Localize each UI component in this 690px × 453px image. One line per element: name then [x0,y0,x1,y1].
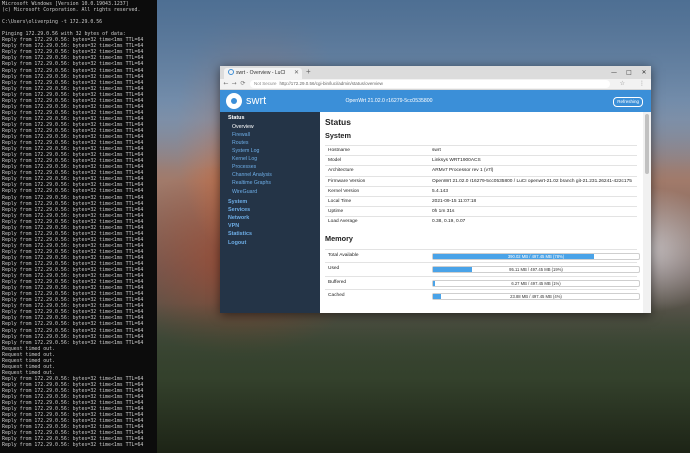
openwrt-logo-icon [226,93,242,109]
progress-text: 390.02 MB / 497.45 MB (78%) [507,254,565,259]
tab-bar: swrt - Overview - LuCI ✕ + — □ ✕ [220,66,651,79]
row-value: 0.38, 0.19, 0.07 [432,219,466,225]
tab-title: swrt - Overview - LuCI [236,70,286,76]
url-input[interactable]: Not Secure http://172.29.0.56/cgi-bin/luc… [250,80,610,88]
window-close-button[interactable]: ✕ [637,66,651,79]
new-tab-button[interactable]: + [306,67,311,76]
address-bar-row: ← → ⟳ Not Secure http://172.29.0.56/cgi-b… [220,79,651,90]
system-heading: System [325,131,351,140]
terminal-output: Microsoft Windows [Version 10.0.19043.12… [2,1,144,449]
sidebar-item-kernel-log[interactable]: Kernel Log [220,155,320,163]
sidebar-category-status[interactable]: Status [220,115,320,123]
bookmark-star-icon[interactable]: ☆ [620,79,625,89]
memory-progress-bar: 95.11 MB / 497.45 MB (19%) [432,266,640,274]
row-label: Cached [328,293,345,299]
firmware-version-label: OpenWrt 21.02.0 r16279-5cc0535800 [345,98,433,104]
memory-row-total-available: Total Available 390.02 MB / 497.45 MB (7… [325,249,640,263]
scrollbar-thumb[interactable] [645,114,649,174]
sidebar-item-channel-analysis[interactable]: Channel Analysis [220,171,320,179]
browser-window[interactable]: swrt - Overview - LuCI ✕ + — □ ✕ ← → ⟳ N… [220,66,651,313]
memory-progress-bar: 390.02 MB / 497.45 MB (78%) [432,253,640,260]
progress-text: 23.88 MB / 497.45 MB (4%) [510,294,562,300]
sidebar-item-vpn[interactable]: VPN [220,222,320,230]
browser-menu-icon[interactable]: ⋮ [639,79,645,89]
tab-close-icon[interactable]: ✕ [294,68,299,79]
sidebar-item-firewall[interactable]: Firewall [220,131,320,139]
forward-button[interactable]: → [230,79,238,89]
progress-text: 95.11 MB / 497.45 MB (19%) [509,267,563,273]
browser-tab[interactable]: swrt - Overview - LuCI ✕ [224,68,302,79]
maximize-button[interactable]: □ [622,66,636,79]
refresh-indicator[interactable]: Refreshing [613,97,643,107]
memory-row-buffered: Buffered 6.27 MB / 497.45 MB (1%) [325,275,640,290]
sidebar-item-realtime-graphs[interactable]: Realtime Graphs [220,179,320,187]
memory-progress-bar: 23.88 MB / 497.45 MB (4%) [432,293,640,301]
back-button[interactable]: ← [222,79,230,89]
sidebar-item-processes[interactable]: Processes [220,163,320,171]
sidebar-item-network[interactable]: Network [220,214,320,222]
sidebar-item-overview[interactable]: Overview [220,123,320,131]
memory-row-cached: Cached 23.88 MB / 497.45 MB (4%) [325,289,640,303]
memory-progress-bar: 6.27 MB / 497.45 MB (1%) [432,279,640,287]
security-indicator[interactable]: Not Secure [254,81,277,86]
sidebar-item-logout[interactable]: Logout [220,239,320,247]
sidebar-item-statistics[interactable]: Statistics [220,230,320,238]
row-label: Load Average [328,219,358,225]
sidebar-item-services[interactable]: Services [220,206,320,214]
sidebar-item-system-log[interactable]: System Log [220,147,320,155]
sidebar-menu: Status Overview Firewall Routes System L… [220,112,320,313]
memory-heading: Memory [325,234,353,243]
minimize-button[interactable]: — [607,66,621,79]
reload-button[interactable]: ⟳ [239,79,247,89]
router-hostname[interactable]: swrt [246,93,266,109]
sidebar-item-system[interactable]: System [220,198,320,206]
system-row-load-average: Load Average 0.38, 0.19, 0.07 [325,216,637,227]
row-label: Used [328,266,340,272]
main-content: Status System Hostname swrt Model Linksys … [320,112,643,313]
sidebar-item-routes[interactable]: Routes [220,139,320,147]
page-scrollbar[interactable] [643,112,651,313]
favicon-icon [228,69,234,75]
luci-header: swrt OpenWrt 21.02.0 r16279-5cc0535800 R… [220,90,651,112]
command-prompt-window[interactable]: Microsoft Windows [Version 10.0.19043.12… [0,0,157,453]
page-title: Status [325,117,351,127]
row-label: Total Available [328,253,359,258]
memory-row-used: Used 95.11 MB / 497.45 MB (19%) [325,262,640,276]
url-text: http://172.29.0.56/cgi-bin/luci/admin/st… [279,81,383,86]
sidebar-item-wireguard[interactable]: WireGuard [220,188,320,196]
progress-text: 6.27 MB / 497.45 MB (1%) [511,280,561,286]
row-label: Buffered [328,279,347,285]
